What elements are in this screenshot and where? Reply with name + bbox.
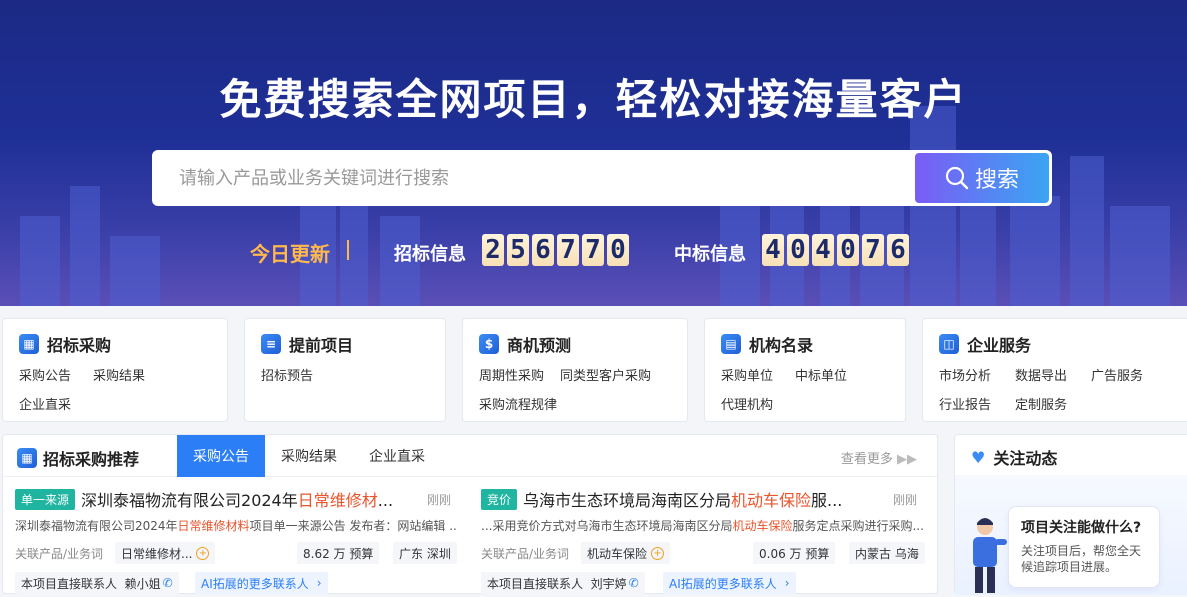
item-title[interactable]: 深圳泰福物流有限公司2024年日常维修材... [81,487,393,511]
counter-digit: 0 [787,234,809,266]
list-item[interactable]: 竞价 乌海市生态环境局海南区分局机动车保险服... 刚刚 ...采用竞价方式对乌… [481,487,929,597]
bid-counter: 2 5 6 7 7 0 [482,234,629,266]
win-counter: 4 0 4 0 7 6 [762,234,909,266]
category-row: ▦ 招标采购 采购公告 采购结果 企业直采 ≡ 提前项目 招标预告 $ 商机预测 周期… [0,318,1187,422]
type-badge: 竞价 [481,488,518,510]
budget-chip: 0.06 万 预算 [753,542,836,564]
ai-contact-chip[interactable]: AI拓展的更多联系人 › [663,572,796,594]
counter-digit: 6 [532,234,554,266]
category-card-enterprise: ◫ 企业服务 市场分析 数据导出 广告服务 行业报告 定制服务 [922,318,1187,422]
category-title: 商机预测 [507,336,572,355]
search-icon [945,166,969,190]
category-link[interactable]: 同类型客户采购 [560,365,651,384]
category-link[interactable]: 定制服务 [1015,394,1067,413]
panel-header: ▦ 招标采购推荐 采购公告 采购结果 企业直采 查看更多 ▶▶ [3,435,937,477]
search-box: 搜索 [152,150,1052,206]
view-more-link[interactable]: 查看更多 ▶▶ [841,448,917,467]
category-link[interactable]: 周期性采购 [479,365,544,384]
category-link[interactable]: 采购结果 [93,365,145,384]
counter-digit: 4 [812,234,834,266]
briefcase-icon: ◫ [939,334,959,354]
product-label: 关联产品/业务词 [481,547,570,561]
search-input[interactable] [155,153,915,203]
counter-digit: 7 [557,234,579,266]
bubble-title: 项目关注能做什么? [1021,520,1142,536]
today-update-label: 今日更新 [250,242,330,266]
ai-contact-chip[interactable]: AI拓展的更多联系人 › [195,572,328,594]
category-card-bidding: ▦ 招标采购 采购公告 采购结果 企业直采 [2,318,228,422]
item-time: 刚刚 [426,493,451,507]
panel-title: 招标采购推荐 [43,450,140,469]
contact-chip[interactable]: 本项目直接联系人 赖小姐 ✆ [15,572,179,594]
heart-icon: ♥ [971,447,986,467]
tab-purchase-notice[interactable]: 采购公告 [177,435,265,477]
counter-digit: 2 [482,234,504,266]
bid-info-label: 招标信息 [394,244,466,265]
counter-digit: 6 [887,234,909,266]
tab-direct-purchase[interactable]: 企业直采 [353,435,441,477]
plus-icon: + [196,546,210,560]
view-more-label: 查看更多 [840,452,893,467]
category-link[interactable]: 中标单位 [795,365,847,384]
region-chip: 内蒙古 乌海 [849,542,925,564]
counter-digit: 0 [607,234,629,266]
category-link[interactable]: 招标预告 [261,365,313,384]
item-summary: ...采用竞价方式对乌海市生态环境局海南区分局机动车保险服务定点采购进行采购..… [481,519,923,533]
category-card-forecast: $ 商机预测 周期性采购 同类型客户采购 采购流程规律 [462,318,688,422]
item-summary: 深圳泰福物流有限公司2024年日常维修材料项目单一来源公告 发布者：网站编辑 .… [15,519,457,533]
divider [347,240,349,260]
list-item[interactable]: 单一来源 深圳泰福物流有限公司2024年日常维修材... 刚刚 深圳泰福物流有限… [15,487,463,597]
category-link[interactable]: 市场分析 [939,365,991,384]
plus-icon: + [651,546,665,560]
tab-purchase-result[interactable]: 采购结果 [265,435,353,477]
category-link[interactable]: 广告服务 [1091,365,1143,384]
category-title: 提前项目 [289,336,354,355]
bubble-text: 关注项目后，帮您全天候追踪项目进展。 [1021,544,1142,574]
contact-chip[interactable]: 本项目直接联系人 刘宇婷 ✆ [481,572,645,594]
follow-title: 关注动态 [993,449,1058,468]
product-chip[interactable]: 机动车保险 + [581,542,671,564]
category-link[interactable]: 采购流程规律 [479,394,557,413]
double-arrow-icon: ▶▶ [897,452,917,467]
counter-digit: 7 [582,234,604,266]
item-title[interactable]: 乌海市生态环境局海南区分局机动车保险服... [523,487,842,511]
item-time: 刚刚 [892,493,917,507]
category-card-directory: ▤ 机构名录 采购单位 中标单位 代理机构 [704,318,906,422]
search-button[interactable]: 搜索 [915,153,1049,203]
document-icon: ≡ [261,334,281,354]
counter-digit: 4 [762,234,784,266]
stats-bar: 今日更新 招标信息 2 5 6 7 7 0 中标信息 4 0 4 0 7 6 [0,232,1187,268]
region-chip: 广东 深圳 [393,542,457,564]
category-link[interactable]: 行业报告 [939,394,991,413]
win-info-label: 中标信息 [674,244,746,265]
category-title: 招标采购 [47,336,112,355]
budget-chip: 8.62 万 预算 [297,542,380,564]
counter-digit: 0 [837,234,859,266]
product-label: 关联产品/业务词 [15,547,104,561]
person-illustration [973,518,1007,593]
category-card-early-projects: ≡ 提前项目 招标预告 [244,318,446,422]
category-link[interactable]: 采购单位 [721,365,773,384]
recommend-panel: ▦ 招标采购推荐 采购公告 采购结果 企业直采 查看更多 ▶▶ 单一来源 深圳泰福… [2,434,938,594]
hero-title: 免费搜索全网项目，轻松对接海量客户 [219,75,968,124]
directory-icon: ▤ [721,334,741,354]
follow-tip-bubble: 项目关注能做什么? 关注项目后，帮您全天候追踪项目进展。 [1008,506,1160,588]
category-link[interactable]: 采购公告 [19,365,71,384]
counter-digit: 5 [507,234,529,266]
dollar-icon: $ [479,334,499,354]
hero-banner: 免费搜索全网项目，轻松对接海量客户 搜索 今日更新 招标信息 2 5 6 7 7… [0,0,1187,306]
type-badge: 单一来源 [15,488,76,510]
category-link[interactable]: 企业直采 [19,394,71,413]
category-link[interactable]: 数据导出 [1015,365,1067,384]
category-link[interactable]: 代理机构 [721,394,773,413]
building-icon: ▦ [17,448,37,468]
building-icon: ▦ [19,334,39,354]
product-chip[interactable]: 日常维修材... + [115,542,216,564]
search-button-label: 搜索 [974,168,1019,193]
counter-digit: 7 [862,234,884,266]
category-title: 机构名录 [749,336,814,355]
category-title: 企业服务 [967,336,1032,355]
